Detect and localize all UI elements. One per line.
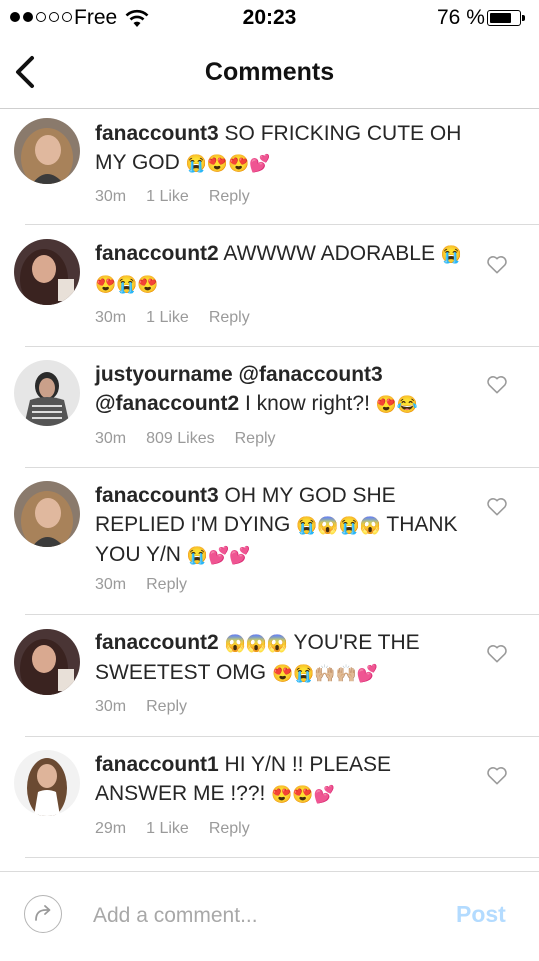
reply-button[interactable]: Reply	[209, 188, 250, 206]
comment-emojis: 😍😭🙌🏼🙌🏼💕	[271, 664, 378, 683]
heart-like-icon[interactable]	[486, 374, 508, 394]
comment-username[interactable]: fanaccount2	[95, 242, 219, 265]
comment-emojis: 😍😍💕	[271, 785, 335, 804]
comment-timestamp: 30m	[95, 576, 127, 593]
comment-text: fanaccount3 SO FRICKING CUTE OH MY GOD 😭…	[95, 119, 480, 178]
comment-timestamp: 29m	[95, 820, 127, 837]
comment-emojis: 😭😍😍💕	[185, 154, 271, 173]
comment-text: fanaccount3 OH MY GOD SHE REPLIED I'M DY…	[95, 481, 480, 570]
comment-mention[interactable]: @fanaccount2	[95, 392, 239, 415]
comment-meta: 30m 1 Like Reply	[95, 188, 270, 206]
comment-meta: 29m 1 Like Reply	[95, 820, 270, 838]
comment-composer: Post	[0, 871, 539, 961]
comment-input[interactable]	[93, 900, 433, 932]
heart-like-icon[interactable]	[486, 643, 508, 663]
reply-button[interactable]: Reply	[235, 430, 276, 448]
comment-text: fanaccount2 AWWWW ADORABLE 😭😍😭😍	[95, 239, 480, 299]
comment-timestamp: 30m	[95, 430, 127, 447]
post-button[interactable]: Post	[456, 901, 506, 928]
share-button[interactable]	[24, 895, 62, 933]
comment-body: AWWWW ADORABLE	[223, 242, 435, 265]
comment-timestamp: 30m	[95, 188, 127, 205]
avatar[interactable]	[14, 629, 80, 695]
battery-tip	[522, 15, 525, 21]
avatar[interactable]	[14, 360, 80, 426]
status-bar: Free 20:23 76 %	[0, 0, 539, 38]
battery-percentage: 76 %	[437, 6, 485, 29]
reply-button[interactable]: Reply	[209, 309, 250, 327]
comment-username[interactable]: fanaccount3	[95, 484, 219, 507]
comment-likes[interactable]: 1 Like	[146, 820, 189, 838]
comment-item: fanaccount3 SO FRICKING CUTE OH MY GOD 😭…	[0, 109, 539, 225]
comment-emojis: 😍😂	[375, 395, 419, 414]
comment-timestamp: 30m	[95, 698, 127, 715]
divider	[25, 857, 539, 858]
comment-meta: 30m Reply	[95, 698, 207, 716]
avatar[interactable]	[14, 750, 80, 816]
comment-likes[interactable]: 1 Like	[146, 188, 189, 206]
comment-text: justyourname @fanaccount3 @fanaccount2 I…	[95, 360, 480, 419]
comment-username[interactable]: fanaccount3	[95, 122, 219, 145]
comment-meta: 30m 1 Like Reply	[95, 309, 270, 327]
battery-icon	[487, 10, 521, 26]
comment-meta: 30m Reply	[95, 576, 207, 594]
comment-item: fanaccount3 OH MY GOD SHE REPLIED I'M DY…	[0, 468, 539, 614]
share-arrow-icon	[35, 905, 51, 921]
reply-button[interactable]: Reply	[209, 820, 250, 838]
comment-username[interactable]: fanaccount2	[95, 631, 219, 654]
comment-emojis: 😭😱😭😱	[296, 516, 381, 535]
heart-like-icon[interactable]	[486, 765, 508, 785]
comment-item: justyourname @fanaccount3 @fanaccount2 I…	[0, 347, 539, 467]
comment-likes[interactable]: 809 Likes	[146, 430, 215, 448]
comment-item: fanaccount2 😱😱😱 YOU'RE THE SWEETEST OMG …	[0, 615, 539, 736]
comment-text: fanaccount2 😱😱😱 YOU'RE THE SWEETEST OMG …	[95, 628, 480, 688]
comment-emojis: 😱😱😱	[224, 634, 289, 653]
reply-button[interactable]: Reply	[146, 698, 187, 716]
navigation-bar: Comments	[0, 38, 539, 109]
comment-mention[interactable]: @fanaccount3	[239, 363, 383, 386]
comment-timestamp: 30m	[95, 309, 127, 326]
reply-button[interactable]: Reply	[146, 576, 187, 594]
comment-username[interactable]: fanaccount1	[95, 753, 219, 776]
avatar[interactable]	[14, 118, 80, 184]
heart-like-icon[interactable]	[486, 496, 508, 516]
comment-username[interactable]: justyourname	[95, 363, 233, 386]
avatar[interactable]	[14, 239, 80, 305]
avatar[interactable]	[14, 481, 80, 547]
comment-item: fanaccount1 HI Y/N !! PLEASE ANSWER ME !…	[0, 737, 539, 857]
comment-body: I know right?!	[245, 392, 370, 415]
comment-item: fanaccount2 AWWWW ADORABLE 😭😍😭😍 30m 1 Li…	[0, 225, 539, 346]
comment-emojis: 😭💕💕	[186, 546, 251, 565]
comment-meta: 30m 809 Likes Reply	[95, 430, 296, 448]
comment-text: fanaccount1 HI Y/N !! PLEASE ANSWER ME !…	[95, 750, 480, 809]
comment-likes[interactable]: 1 Like	[146, 309, 189, 327]
page-title: Comments	[204, 58, 335, 86]
heart-like-icon[interactable]	[486, 254, 508, 274]
